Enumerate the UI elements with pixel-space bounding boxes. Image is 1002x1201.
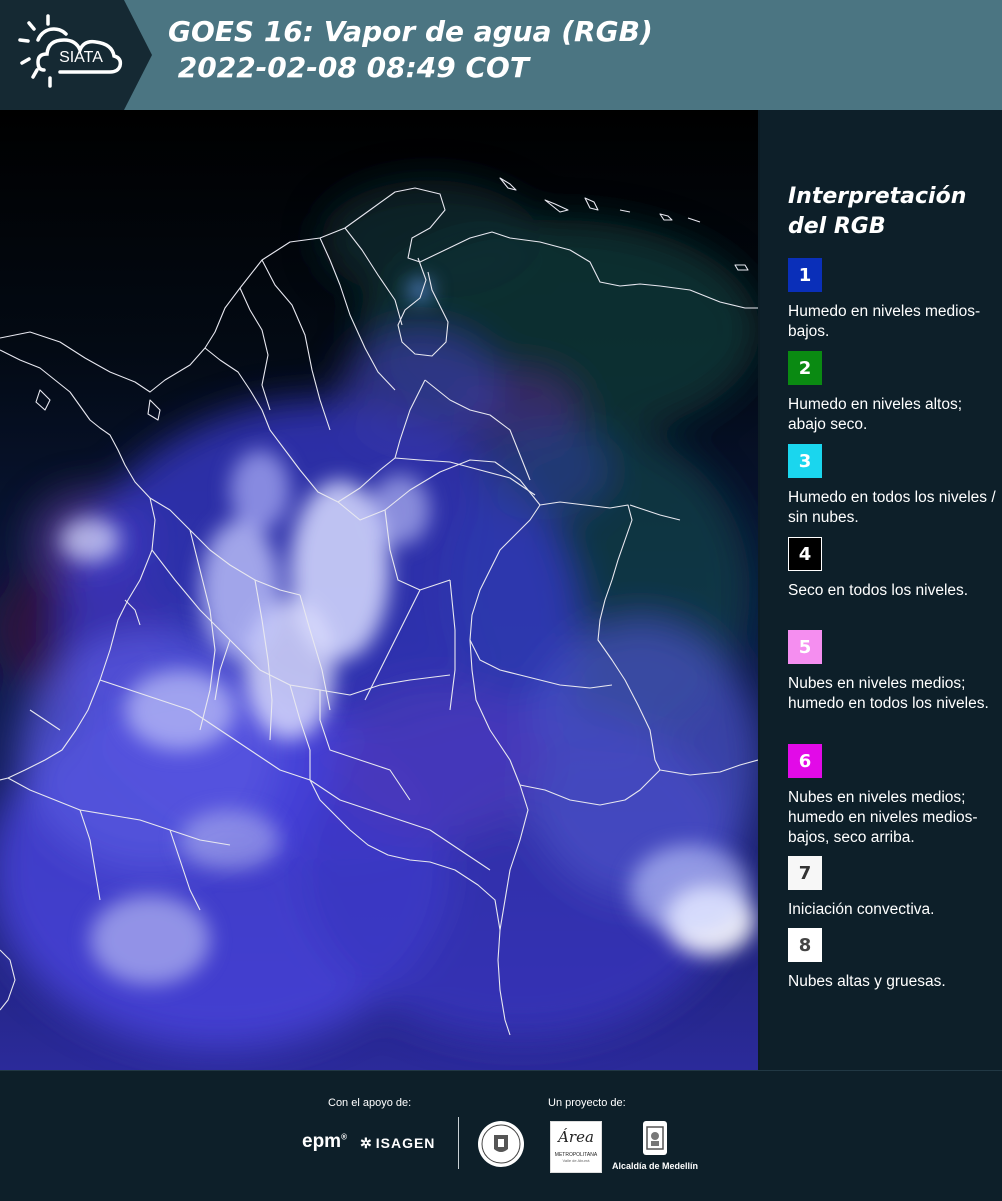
legend-panel: Interpretación del RGB 1 Humedo en nivel…: [760, 110, 1002, 1070]
legend-item-4: 4 Seco en todos los niveles.: [788, 537, 998, 601]
legend-text-6: Nubes en niveles medios; humedo en nivel…: [788, 789, 978, 846]
antioquia-seal-logo: [476, 1119, 526, 1174]
swatch-number: 8: [798, 934, 812, 956]
area-subtext-2: Valle de Aburrá: [562, 1158, 590, 1163]
area-metropolitana-logo: Área METROPOLITANA Valle de Aburrá: [550, 1121, 602, 1173]
page-title: GOES 16: Vapor de agua (RGB) 2022-02-08 …: [168, 14, 653, 86]
swatch-number: 1: [798, 264, 812, 286]
legend-item-1: 1 Humedo en niveles medios-bajos.: [788, 258, 998, 342]
legend-text-1: Humedo en niveles medios-bajos.: [788, 303, 981, 340]
legend-text-5: Nubes en niveles medios; humedo en todos…: [788, 675, 989, 712]
swatch-number: 4: [798, 543, 812, 565]
swatch-2: 2: [788, 351, 822, 385]
legend-item-8: 8 Nubes altas y gruesas.: [788, 928, 998, 992]
page: SIATA GOES 16: Vapor de agua (RGB) 2022-…: [0, 0, 1002, 1201]
legend-item-3: 3 Humedo en todos los niveles / sin nube…: [788, 444, 998, 528]
isagen-icon: ✲: [360, 1135, 373, 1151]
isagen-logo: ✲ ISAGEN: [360, 1135, 435, 1152]
swatch-1: 1: [788, 258, 822, 292]
legend-item-6: 6 Nubes en niveles medios; humedo en niv…: [788, 744, 998, 848]
swatch-7: 7: [788, 856, 822, 890]
swatch-number: 7: [798, 862, 812, 884]
alcaldia-shield-icon: [640, 1119, 670, 1164]
header-bar: SIATA GOES 16: Vapor de agua (RGB) 2022-…: [0, 0, 1002, 110]
area-text: Área: [558, 1128, 594, 1146]
legend-text-3: Humedo en todos los niveles / sin nubes.: [788, 489, 996, 526]
legend-title: Interpretación del RGB: [788, 184, 967, 239]
epm-text: epm: [302, 1131, 342, 1152]
swatch-5: 5: [788, 630, 822, 664]
legend-text-7: Iniciación convectiva.: [788, 901, 935, 918]
support-label: Con el apoyo de:: [328, 1097, 412, 1109]
swatch-4: 4: [788, 537, 822, 571]
legend-text-8: Nubes altas y gruesas.: [788, 973, 946, 990]
swatch-8: 8: [788, 928, 822, 962]
footer-divider: [458, 1117, 459, 1169]
legend-text-2: Humedo en niveles altos; abajo seco.: [788, 396, 963, 433]
swatch-6: 6: [788, 744, 822, 778]
logo-text: SIATA: [59, 49, 103, 66]
legend-item-2: 2 Humedo en niveles altos; abajo seco.: [788, 351, 998, 435]
epm-logo: epm®: [302, 1131, 347, 1152]
legend-item-5: 5 Nubes en niveles medios; humedo en tod…: [788, 630, 998, 714]
swatch-number: 2: [798, 357, 812, 379]
swatch-number: 5: [798, 636, 812, 658]
project-label: Un proyecto de:: [548, 1097, 626, 1109]
title-line-1: GOES 16: Vapor de agua (RGB): [168, 15, 653, 48]
siata-logo: SIATA: [0, 0, 152, 110]
satellite-map[interactable]: [0, 110, 758, 1070]
swatch-3: 3: [788, 444, 822, 478]
alcaldia-text: Alcaldía de Medellín: [612, 1161, 699, 1171]
legend-item-7: 7 Iniciación convectiva.: [788, 856, 998, 920]
swatch-number: 6: [798, 750, 812, 772]
swatch-number: 3: [798, 450, 812, 472]
legend-text-4: Seco en todos los niveles.: [788, 582, 969, 599]
footer: Con el apoyo de: Un proyecto de: epm® ✲ I…: [0, 1070, 1002, 1201]
title-line-2: 2022-02-08 08:49 COT: [168, 51, 529, 84]
isagen-text: ISAGEN: [375, 1135, 436, 1151]
